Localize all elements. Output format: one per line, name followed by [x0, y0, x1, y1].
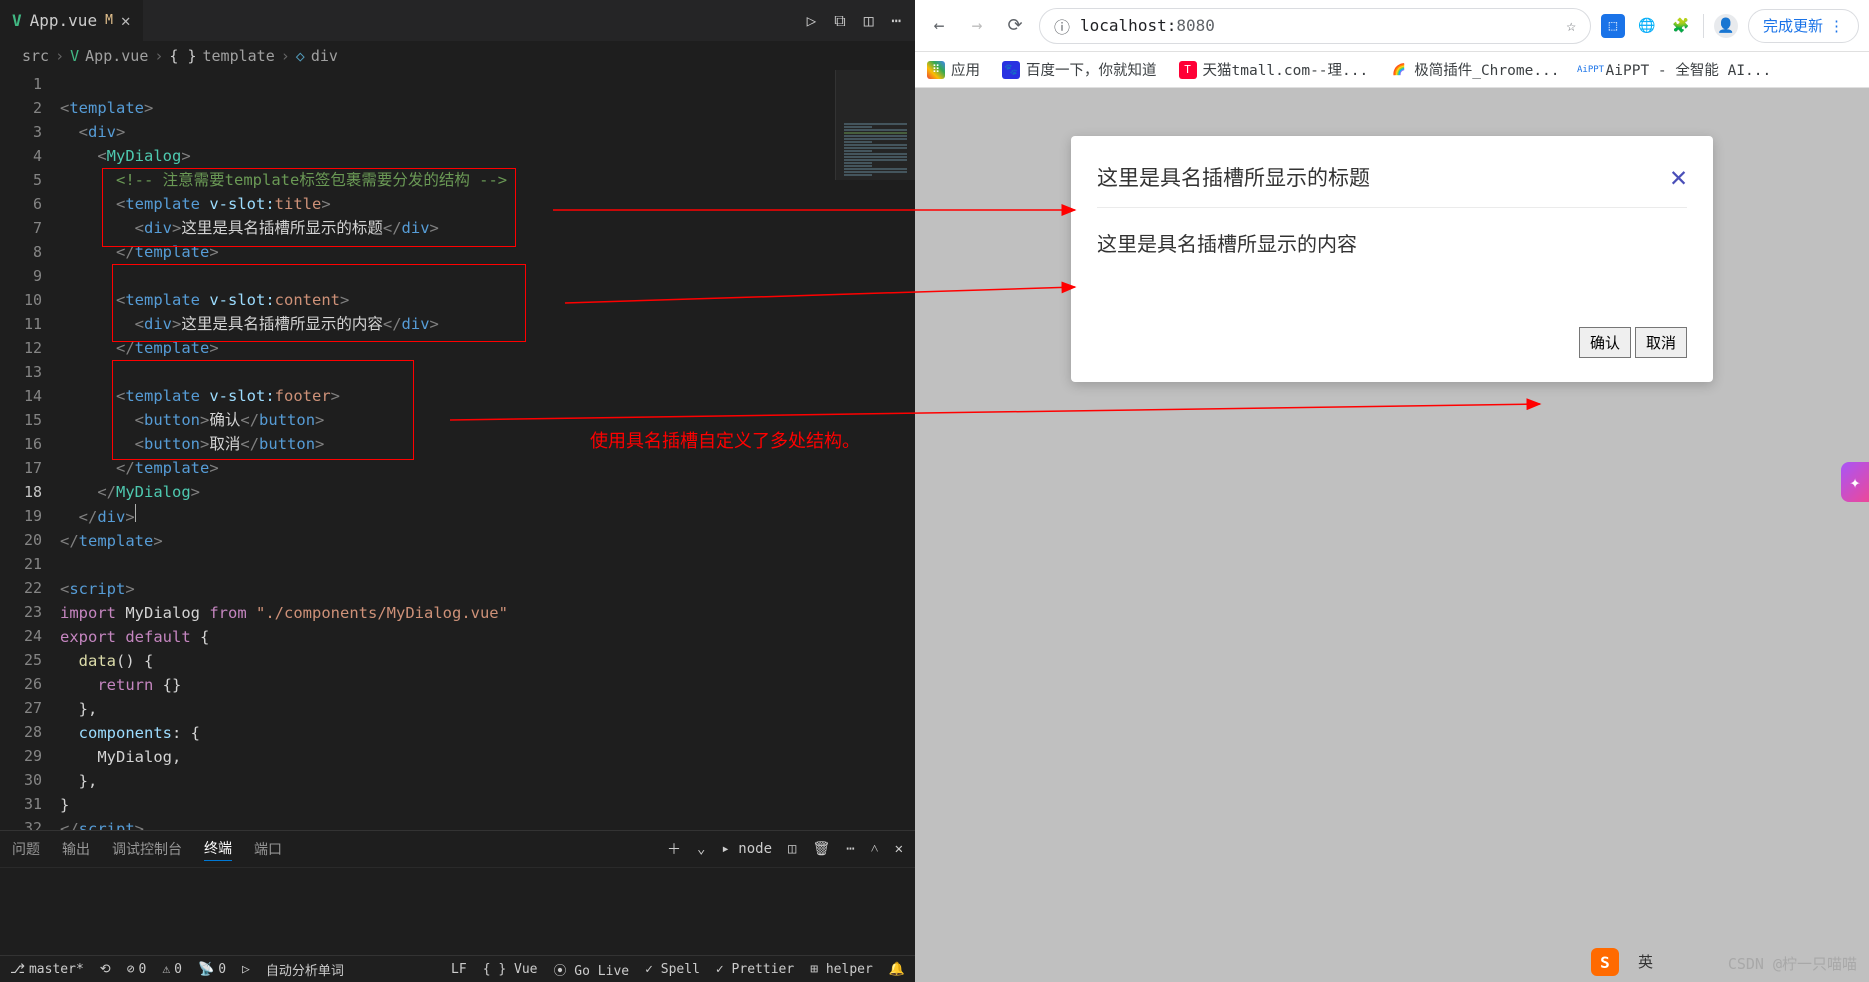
terminal-panel-tabs: 问题 输出 调试控制台 终端 端口 ＋ ⌄ ▸ node ◫ 🗑 ⋯ ˄ ✕: [0, 830, 915, 867]
my-dialog: 这里是具名插槽所显示的标题 ✕ 这里是具名插槽所显示的内容 确认 取消: [1071, 136, 1713, 382]
ime-indicator[interactable]: 英: [1638, 951, 1653, 972]
extension-icon-2[interactable]: 🌐: [1635, 14, 1659, 38]
trash-icon[interactable]: 🗑: [812, 841, 830, 857]
chrome-browser: ← → ⟳ ⓘ localhost:8080 ☆ ⬚ 🌐 🧩 👤 完成更新⋮ ⠿…: [915, 0, 1869, 982]
more-icon[interactable]: ⋯: [846, 841, 854, 857]
debug-icon[interactable]: ▷: [242, 962, 250, 977]
chevron-right-icon: ›: [55, 47, 64, 65]
sogou-ime-icon[interactable]: S: [1591, 948, 1619, 976]
bookmark-baidu[interactable]: 🐾百度一下，你就知道: [1002, 59, 1157, 80]
site-info-icon[interactable]: ⓘ: [1054, 14, 1070, 38]
new-terminal-icon[interactable]: ＋: [667, 839, 681, 859]
address-bar[interactable]: ⓘ localhost:8080 ☆: [1039, 8, 1591, 44]
bookmark-plugin[interactable]: 🌈极简插件_Chrome...: [1390, 59, 1559, 80]
extensions-menu-icon[interactable]: 🧩: [1669, 14, 1693, 38]
panel-tab-debug[interactable]: 调试控制台: [112, 839, 182, 859]
csdn-watermark: CSDN @柠一只喵喵: [1728, 953, 1857, 974]
prettier-status[interactable]: ✓ Prettier: [716, 962, 794, 977]
apps-shortcut[interactable]: ⠿应用: [927, 59, 980, 80]
crumb-file[interactable]: App.vue: [85, 47, 148, 65]
eol-indicator[interactable]: LF: [451, 962, 467, 977]
sync-icon[interactable]: ⟲: [100, 962, 111, 977]
update-button[interactable]: 完成更新⋮: [1748, 9, 1859, 43]
vue-file-icon: V: [12, 11, 22, 30]
crumb-div[interactable]: div: [311, 47, 338, 65]
close-panel-icon[interactable]: ✕: [895, 841, 903, 857]
warnings-count[interactable]: ⚠ 0: [162, 962, 182, 977]
chevron-right-icon: ›: [281, 47, 290, 65]
split-editor-icon[interactable]: ◫: [864, 11, 874, 31]
cancel-button[interactable]: 取消: [1635, 327, 1687, 358]
extensions-area: ⬚ 🌐 🧩 👤: [1601, 14, 1738, 38]
ports-count[interactable]: 📡 0: [198, 962, 226, 977]
helper-status[interactable]: ⊞ helper: [810, 962, 873, 977]
panel-tab-terminal[interactable]: 终端: [204, 838, 232, 861]
panel-tab-ports[interactable]: 端口: [254, 839, 282, 859]
tab-filename: App.vue: [30, 11, 97, 30]
terminal-dropdown-icon[interactable]: ⌄: [697, 841, 705, 857]
dialog-header: 这里是具名插槽所显示的标题 ✕: [1097, 160, 1687, 208]
breadcrumb[interactable]: src › V App.vue › { } template › ◇ div: [0, 42, 915, 70]
maximize-panel-icon[interactable]: ˄: [871, 841, 879, 858]
ai-assistant-badge[interactable]: ✦: [1841, 462, 1869, 502]
panel-tab-output[interactable]: 输出: [62, 839, 90, 859]
crumb-template[interactable]: template: [203, 47, 275, 65]
browser-toolbar: ← → ⟳ ⓘ localhost:8080 ☆ ⬚ 🌐 🧩 👤 完成更新⋮: [915, 0, 1869, 52]
dialog-footer: 确认 取消: [1097, 327, 1687, 358]
run-icon[interactable]: ▷: [807, 11, 817, 31]
bookmark-aippt[interactable]: AiPPTAiPPT - 全智能 AI...: [1582, 59, 1772, 80]
bookmark-star-icon[interactable]: ☆: [1566, 16, 1576, 35]
go-live[interactable]: ⦿ Go Live: [553, 960, 629, 979]
editor-actions: ▷ ⧉ ◫ ⋯: [807, 11, 915, 31]
bookmark-tmall[interactable]: T天猫tmall.com--理...: [1179, 59, 1369, 80]
tab-modified-indicator: M: [105, 13, 113, 28]
spell-check[interactable]: ✓ Spell: [645, 962, 700, 977]
reload-button[interactable]: ⟳: [1001, 12, 1029, 40]
notifications-icon[interactable]: 🔔: [889, 962, 905, 977]
vscode-editor: V App.vue M ✕ ▷ ⧉ ◫ ⋯ src › V App.vue › …: [0, 0, 915, 982]
dialog-title: 这里是具名插槽所显示的标题: [1097, 162, 1370, 192]
statusbar: ⎇ master* ⟲ ⊘ 0 ⚠ 0 📡 0 ▷ 自动分析单词 LF { } …: [0, 955, 915, 982]
language-mode[interactable]: { } Vue: [483, 962, 538, 977]
bookmarks-bar: ⠿应用 🐾百度一下，你就知道 T天猫tmall.com--理... 🌈极简插件_…: [915, 52, 1869, 88]
forward-button[interactable]: →: [963, 12, 991, 40]
braces-icon: { }: [169, 47, 196, 65]
terminal-shell-label[interactable]: ▸ node: [721, 841, 772, 857]
annotation-text: 使用具名插槽自定义了多处结构。: [590, 430, 860, 454]
editor-tab-appvue[interactable]: V App.vue M ✕: [0, 0, 143, 41]
more-actions-icon[interactable]: ⋯: [891, 11, 901, 31]
split-terminal-icon[interactable]: ◫: [788, 841, 796, 857]
editor-tabbar: V App.vue M ✕ ▷ ⧉ ◫ ⋯: [0, 0, 915, 42]
url-text: localhost:8080: [1080, 16, 1215, 35]
dialog-content: 这里是具名插槽所显示的内容: [1097, 208, 1687, 327]
chevron-right-icon: ›: [154, 47, 163, 65]
split-compare-icon[interactable]: ⧉: [834, 11, 845, 31]
page-content: 这里是具名插槽所显示的标题 ✕ 这里是具名插槽所显示的内容 确认 取消 ✦: [915, 88, 1869, 982]
git-branch[interactable]: ⎇ master*: [10, 962, 84, 977]
crumb-src[interactable]: src: [22, 47, 49, 65]
line-gutter: 1234567891011121314151617181920212223242…: [0, 70, 60, 830]
code-content[interactable]: <template> <div> <MyDialog> <!-- 注意需要tem…: [60, 70, 915, 830]
profile-avatar-icon[interactable]: 👤: [1714, 14, 1738, 38]
auto-analyze[interactable]: 自动分析单词: [266, 960, 344, 979]
menu-dots-icon: ⋮: [1829, 17, 1844, 35]
back-button[interactable]: ←: [925, 12, 953, 40]
extension-icon-1[interactable]: ⬚: [1601, 14, 1625, 38]
tag-icon: ◇: [296, 47, 305, 65]
code-editor[interactable]: 1234567891011121314151617181920212223242…: [0, 70, 915, 830]
vue-file-icon: V: [70, 47, 79, 65]
terminal-body[interactable]: [0, 867, 915, 955]
close-icon[interactable]: ✕: [1670, 160, 1687, 193]
panel-tab-problems[interactable]: 问题: [12, 839, 40, 859]
minimap[interactable]: [835, 70, 915, 180]
confirm-button[interactable]: 确认: [1579, 327, 1631, 358]
tab-close-icon[interactable]: ✕: [121, 11, 131, 30]
errors-count[interactable]: ⊘ 0: [127, 962, 147, 977]
